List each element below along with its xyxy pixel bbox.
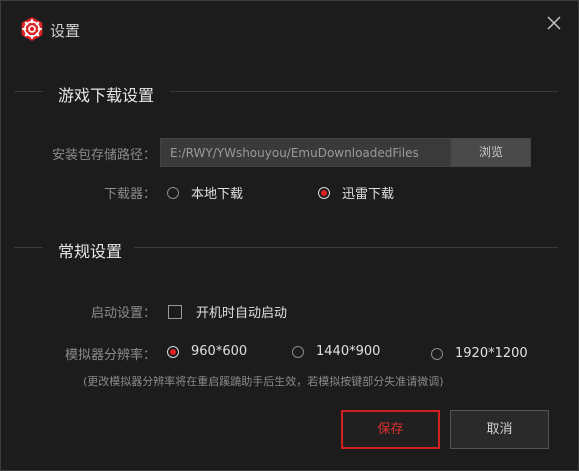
- downloader-label: 下载器：: [103, 187, 156, 202]
- radio-res-1920[interactable]: 1920*1200: [431, 346, 528, 361]
- autostart-checkbox[interactable]: 开机时自动启动: [168, 302, 287, 321]
- radio-res-1440[interactable]: 1440*900: [292, 344, 380, 359]
- radio-xunlei-download[interactable]: 迅雷下载: [318, 183, 394, 202]
- section-divider-right: [170, 91, 558, 92]
- radio-label: 1440*900: [316, 344, 381, 359]
- section-divider-right: [134, 247, 558, 248]
- checkbox-box: [168, 304, 182, 319]
- close-button[interactable]: [542, 11, 566, 35]
- checkbox-label: 开机时自动启动: [196, 306, 288, 321]
- resolution-label: 模拟器分辨率：: [64, 348, 156, 363]
- path-label: 安装包存储路径：: [51, 148, 156, 163]
- section-divider-left: [14, 247, 43, 248]
- radio-label: 迅雷下载: [342, 187, 395, 202]
- window-title: 设置: [50, 22, 81, 40]
- resolution-note: (更改模拟器分辨率将在重启蹊蹺助手后生效，若模拟按键部分失准请微调): [83, 375, 444, 388]
- radio-label: 本地下载: [191, 187, 244, 202]
- general-section-title: 常规设置: [58, 242, 123, 261]
- download-section-title: 游戏下载设置: [58, 86, 155, 105]
- path-input[interactable]: [160, 138, 451, 167]
- close-icon: [547, 16, 561, 30]
- browse-button[interactable]: 浏览: [451, 138, 531, 167]
- radio-label: 960*600: [191, 344, 248, 359]
- gear-logo-icon: [19, 16, 45, 42]
- radio-indicator: [167, 186, 179, 199]
- startup-label: 启动设置：: [90, 306, 156, 321]
- radio-indicator: [167, 345, 179, 358]
- section-divider-left: [14, 91, 43, 92]
- radio-local-download[interactable]: 本地下载: [167, 183, 243, 202]
- title-bar: 设置: [1, 1, 578, 61]
- radio-indicator: [292, 345, 304, 358]
- radio-label: 1920*1200: [455, 346, 528, 361]
- radio-indicator: [431, 347, 443, 360]
- radio-indicator: [318, 186, 330, 199]
- settings-dialog: 设置 游戏下载设置 安装包存储路径： 浏览 下载器： 本地下载 迅雷下载 常规设…: [0, 0, 579, 471]
- cancel-button[interactable]: 取消: [450, 410, 549, 449]
- radio-res-960[interactable]: 960*600: [167, 344, 247, 359]
- save-button[interactable]: 保存: [341, 410, 440, 449]
